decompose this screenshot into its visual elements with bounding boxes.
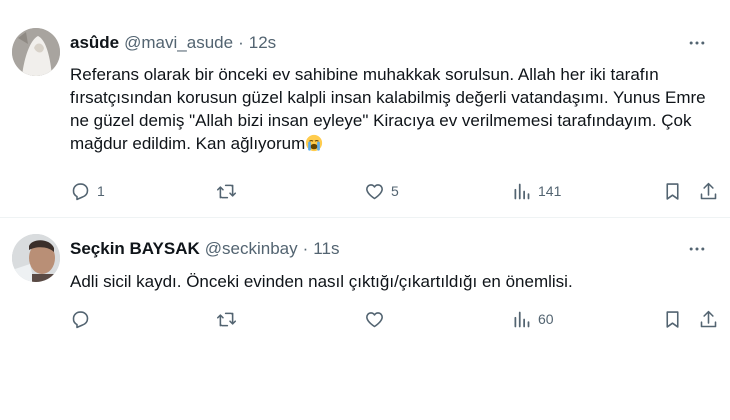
reply-icon	[72, 310, 89, 328]
heart-icon	[366, 183, 383, 199]
share-icon	[700, 310, 717, 327]
separator-dot: ·	[302, 239, 309, 258]
more-options-icon[interactable]	[684, 30, 710, 56]
share-button[interactable]	[698, 304, 719, 334]
tweet[interactable]: asûde @mavi_asude · 12s Referans olarak …	[0, 0, 730, 218]
repost-button[interactable]	[216, 304, 243, 334]
tweet-text-content: Referans olarak bir önceki ev sahibine m…	[70, 65, 706, 153]
view-count: 141	[538, 183, 562, 199]
avatar-photo	[12, 28, 60, 76]
loudly-crying-face-icon	[306, 134, 323, 152]
avatar[interactable]	[12, 28, 60, 76]
like-button[interactable]	[364, 304, 391, 334]
author-handle[interactable]: @mavi_asude	[124, 32, 233, 54]
analytics-icon	[514, 183, 530, 199]
like-button[interactable]: 5	[364, 176, 399, 206]
avatar-photo	[12, 234, 60, 282]
tweet[interactable]: Seçkin BAYSAK @seckinbay · 11s Adli sici…	[0, 218, 730, 420]
bookmark-icon	[666, 182, 679, 200]
more-options-icon[interactable]	[684, 236, 710, 262]
heart-icon	[366, 311, 383, 327]
analytics-icon	[514, 311, 530, 327]
author-name[interactable]: asûde	[70, 32, 119, 54]
share-icon	[700, 182, 717, 199]
bookmark-button[interactable]	[662, 304, 683, 334]
separator-dot: ·	[238, 33, 244, 52]
repost-icon	[216, 184, 237, 198]
timestamp[interactable]: 11s	[313, 238, 339, 260]
repost-icon	[216, 312, 237, 326]
avatar[interactable]	[12, 234, 60, 282]
reply-count: 1	[97, 183, 105, 199]
tweet-actions: 60	[62, 304, 730, 334]
views-button[interactable]: 141	[511, 176, 561, 206]
share-button[interactable]	[698, 176, 719, 206]
views-button[interactable]: 60	[511, 304, 554, 334]
author-handle[interactable]: @seckinbay	[205, 238, 298, 260]
tweet-actions: 1 5 141	[62, 176, 730, 206]
view-count: 60	[538, 311, 554, 327]
tweet-header: Seçkin BAYSAK @seckinbay · 11s	[70, 238, 718, 260]
timestamp[interactable]: 12s	[249, 32, 276, 54]
tweet-header: asûde @mavi_asude · 12s	[70, 32, 718, 54]
like-count: 5	[391, 183, 399, 199]
author-name[interactable]: Seçkin BAYSAK	[70, 238, 200, 260]
reply-button[interactable]	[70, 304, 97, 334]
repost-button[interactable]	[216, 176, 243, 206]
tweet-text: Referans olarak bir önceki ev sahibine m…	[70, 63, 710, 155]
bookmark-icon	[666, 310, 679, 328]
bookmark-button[interactable]	[662, 176, 683, 206]
reply-button[interactable]: 1	[70, 176, 105, 206]
reply-icon	[72, 182, 89, 200]
tweet-text: Adli sicil kaydı. Önceki evinden nasıl ç…	[70, 272, 573, 291]
